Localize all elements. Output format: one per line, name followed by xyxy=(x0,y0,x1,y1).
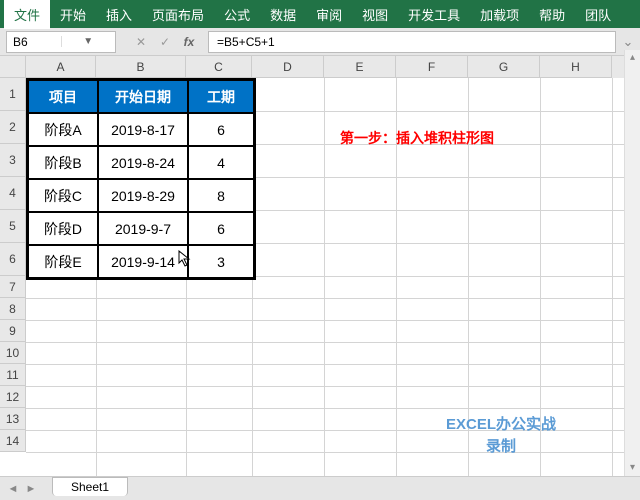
row-header-9[interactable]: 9 xyxy=(0,320,26,342)
column-headers: A B C D E F G H xyxy=(0,56,640,78)
ribbon-tab-0[interactable]: 文件 xyxy=(4,0,50,29)
ribbon-tab-2[interactable]: 插入 xyxy=(96,0,142,29)
table-header-cell[interactable]: 工期 xyxy=(188,80,254,113)
ribbon-tab-8[interactable]: 开发工具 xyxy=(398,0,470,29)
col-header-F[interactable]: F xyxy=(396,56,468,78)
watermark-line2: 录制 xyxy=(446,436,556,458)
row-header-4[interactable]: 4 xyxy=(0,177,26,210)
row-header-6[interactable]: 6 xyxy=(0,243,26,276)
table-cell[interactable]: 6 xyxy=(188,113,254,146)
table-cell[interactable]: 8 xyxy=(188,179,254,212)
accept-icon[interactable]: ✓ xyxy=(154,32,176,52)
table-cell[interactable]: 阶段B xyxy=(28,146,98,179)
name-box-value: B6 xyxy=(7,35,61,49)
row-header-13[interactable]: 13 xyxy=(0,408,26,430)
col-header-E[interactable]: E xyxy=(324,56,396,78)
row-header-5[interactable]: 5 xyxy=(0,210,26,243)
table-header-cell[interactable]: 开始日期 xyxy=(98,80,188,113)
formula-text: =B5+C5+1 xyxy=(217,35,275,49)
watermark-line1: EXCEL办公实战 xyxy=(446,414,556,436)
ribbon-tab-7[interactable]: 视图 xyxy=(352,0,398,29)
watermark: EXCEL办公实战 录制 xyxy=(446,414,556,458)
col-header-G[interactable]: G xyxy=(468,56,540,78)
table-header-cell[interactable]: 项目 xyxy=(28,80,98,113)
cells-area[interactable]: 项目开始日期工期阶段A2019-8-176阶段B2019-8-244阶段C201… xyxy=(26,78,640,476)
row-header-14[interactable]: 14 xyxy=(0,430,26,452)
col-header-D[interactable]: D xyxy=(252,56,324,78)
cancel-icon[interactable]: ✕ xyxy=(130,32,152,52)
row-header-11[interactable]: 11 xyxy=(0,364,26,386)
formula-bar: B6 ▼ ✕ ✓ fx =B5+C5+1 ⌄ xyxy=(0,28,640,56)
scroll-down-icon[interactable]: ▾ xyxy=(625,460,640,476)
vertical-scrollbar[interactable]: ▴ ▾ xyxy=(624,50,640,476)
row-header-12[interactable]: 12 xyxy=(0,386,26,408)
expand-formula-icon[interactable]: ⌄ xyxy=(622,34,640,50)
scroll-up-icon[interactable]: ▴ xyxy=(625,50,640,66)
annotation-text: 第一步：插入堆积柱形图 xyxy=(340,128,494,148)
table-cell[interactable]: 2019-8-17 xyxy=(98,113,188,146)
tab-nav: ◄ ► xyxy=(0,482,44,496)
table-cell[interactable]: 6 xyxy=(188,212,254,245)
fx-icon[interactable]: fx xyxy=(178,32,200,52)
table-cell[interactable]: 4 xyxy=(188,146,254,179)
table-cell[interactable]: 2019-9-14 xyxy=(98,245,188,278)
sheet-tab[interactable]: Sheet1 xyxy=(52,477,128,496)
ribbon-tab-6[interactable]: 审阅 xyxy=(306,0,352,29)
row-header-2[interactable]: 2 xyxy=(0,111,26,144)
table-cell[interactable]: 2019-9-7 xyxy=(98,212,188,245)
table-cell[interactable]: 阶段E xyxy=(28,245,98,278)
table-cell[interactable]: 3 xyxy=(188,245,254,278)
select-all-corner[interactable] xyxy=(0,56,26,78)
table-cell[interactable]: 阶段D xyxy=(28,212,98,245)
data-table: 项目开始日期工期阶段A2019-8-176阶段B2019-8-244阶段C201… xyxy=(26,78,256,280)
row-header-3[interactable]: 3 xyxy=(0,144,26,177)
name-box-dropdown-icon[interactable]: ▼ xyxy=(61,36,116,47)
table-cell[interactable]: 2019-8-24 xyxy=(98,146,188,179)
ribbon-tab-9[interactable]: 加载项 xyxy=(470,0,529,29)
ribbon-tab-10[interactable]: 帮助 xyxy=(529,0,575,29)
row-header-7[interactable]: 7 xyxy=(0,276,26,298)
row-headers: 1234567891011121314 xyxy=(0,78,26,476)
ribbon-tab-11[interactable]: 团队 xyxy=(575,0,621,29)
table-cell[interactable]: 2019-8-29 xyxy=(98,179,188,212)
row-header-1[interactable]: 1 xyxy=(0,78,26,111)
ribbon: 文件开始插入页面布局公式数据审阅视图开发工具加载项帮助团队 xyxy=(0,0,640,28)
col-header-A[interactable]: A xyxy=(26,56,96,78)
tab-nav-next-icon[interactable]: ► xyxy=(24,482,38,496)
col-header-B[interactable]: B xyxy=(96,56,186,78)
row-header-10[interactable]: 10 xyxy=(0,342,26,364)
col-header-H[interactable]: H xyxy=(540,56,612,78)
table-cell[interactable]: 阶段C xyxy=(28,179,98,212)
formula-input[interactable]: =B5+C5+1 xyxy=(208,31,616,53)
worksheet: A B C D E F G H 1234567891011121314 项目开始… xyxy=(0,56,640,476)
table-cell[interactable]: 阶段A xyxy=(28,113,98,146)
sheet-tab-bar: ◄ ► Sheet1 xyxy=(0,476,640,500)
tab-nav-prev-icon[interactable]: ◄ xyxy=(6,482,20,496)
row-header-8[interactable]: 8 xyxy=(0,298,26,320)
name-box[interactable]: B6 ▼ xyxy=(6,31,116,53)
col-header-C[interactable]: C xyxy=(186,56,252,78)
ribbon-tab-4[interactable]: 公式 xyxy=(214,0,260,29)
formula-buttons: ✕ ✓ fx xyxy=(122,32,208,52)
ribbon-tab-3[interactable]: 页面布局 xyxy=(142,0,214,29)
ribbon-tab-5[interactable]: 数据 xyxy=(260,0,306,29)
ribbon-tab-1[interactable]: 开始 xyxy=(50,0,96,29)
